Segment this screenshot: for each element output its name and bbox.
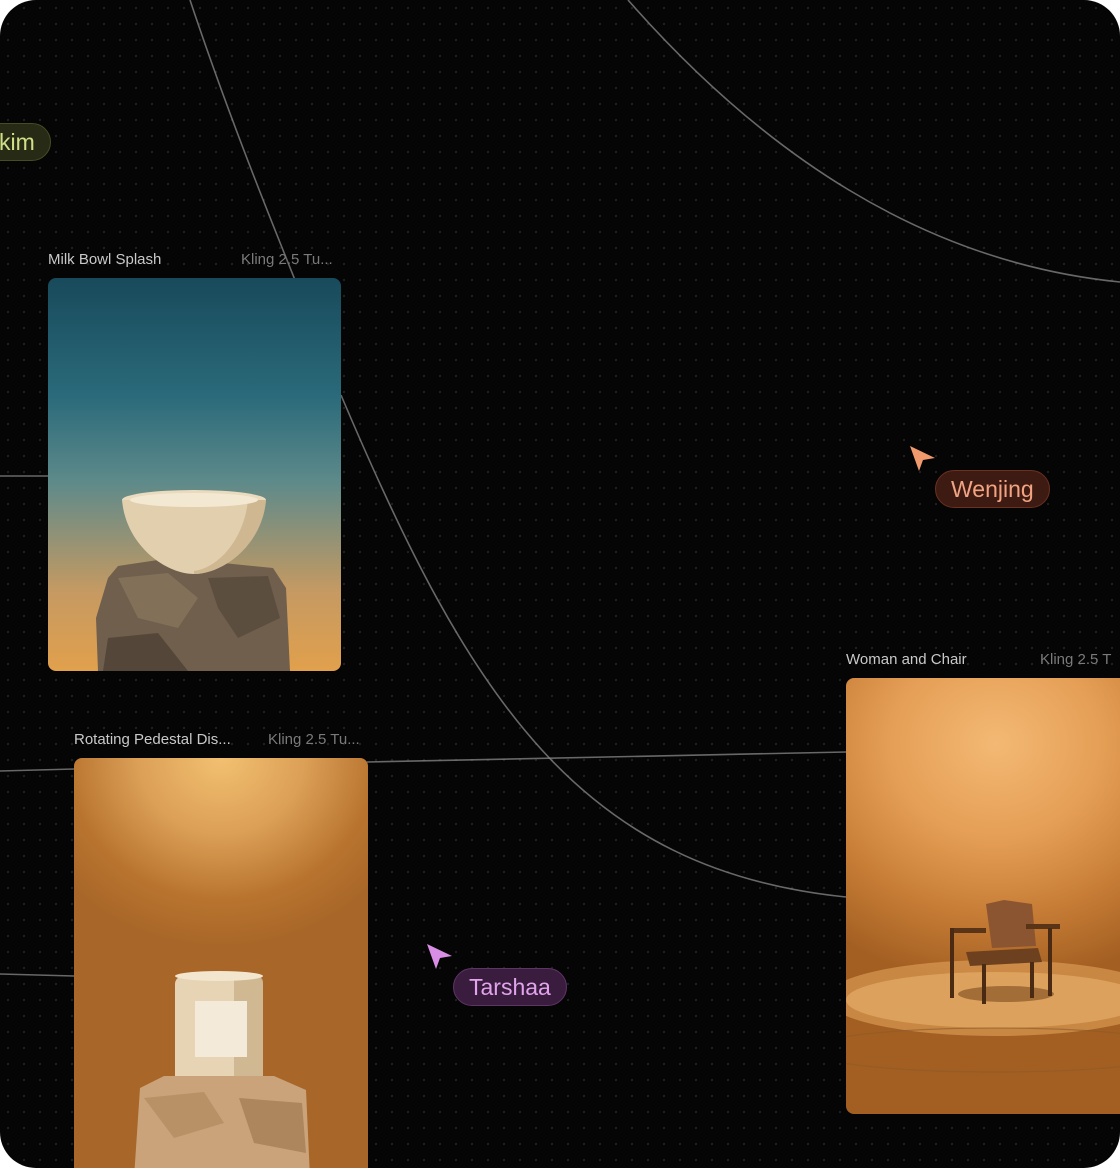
edge-top-to-milk (189, 0, 296, 281)
pointer-arrow-icon (910, 446, 935, 471)
collaborator-cursor-label: Tarshaa (453, 968, 567, 1006)
node-thumbnail[interactable] (846, 678, 1120, 1114)
node-model-label: Kling 2.5 Tu... (241, 251, 333, 268)
collaborator-cursor-label: Wenjing (935, 470, 1050, 508)
node-canvas[interactable]: Milk Bowl Splash Kling 2.5 Tu... Rotatin… (0, 0, 1120, 1168)
edge-left-to-pedestal (0, 768, 75, 772)
node-title: Milk Bowl Splash (48, 251, 162, 268)
candle-on-pedestal-image (134, 971, 310, 1168)
node-header: Milk Bowl Splash Kling 2.5 Tu... (48, 250, 341, 270)
node-title: Woman and Chair (846, 651, 967, 668)
node-thumbnail[interactable] (74, 758, 368, 1168)
edge-top-right-curve (627, 0, 1120, 283)
edge-pedestal-to-chair (366, 751, 847, 763)
edge-milk-to-chair (340, 394, 847, 898)
media-node-woman-and-chair[interactable]: Woman and Chair Kling 2.5 T (846, 650, 1120, 1120)
node-header: Woman and Chair Kling 2.5 T (846, 650, 1120, 670)
collaborator-cursor-label: kim (0, 123, 51, 161)
pointer-arrow-icon (427, 944, 452, 969)
node-model-label: Kling 2.5 T (1040, 651, 1112, 668)
chair-in-spotlight-image (846, 900, 1120, 1073)
media-node-rotating-pedestal[interactable]: Rotating Pedestal Dis... Kling 2.5 Tu... (74, 730, 368, 1168)
node-model-label: Kling 2.5 Tu... (268, 731, 360, 748)
media-node-milk-bowl[interactable]: Milk Bowl Splash Kling 2.5 Tu... (48, 250, 341, 672)
node-thumbnail[interactable] (48, 278, 341, 671)
node-header: Rotating Pedestal Dis... Kling 2.5 Tu... (74, 730, 368, 750)
edge-left-to-pedestal-2 (0, 973, 75, 977)
bowl-on-rock-image (96, 490, 290, 671)
node-title: Rotating Pedestal Dis... (74, 731, 231, 748)
